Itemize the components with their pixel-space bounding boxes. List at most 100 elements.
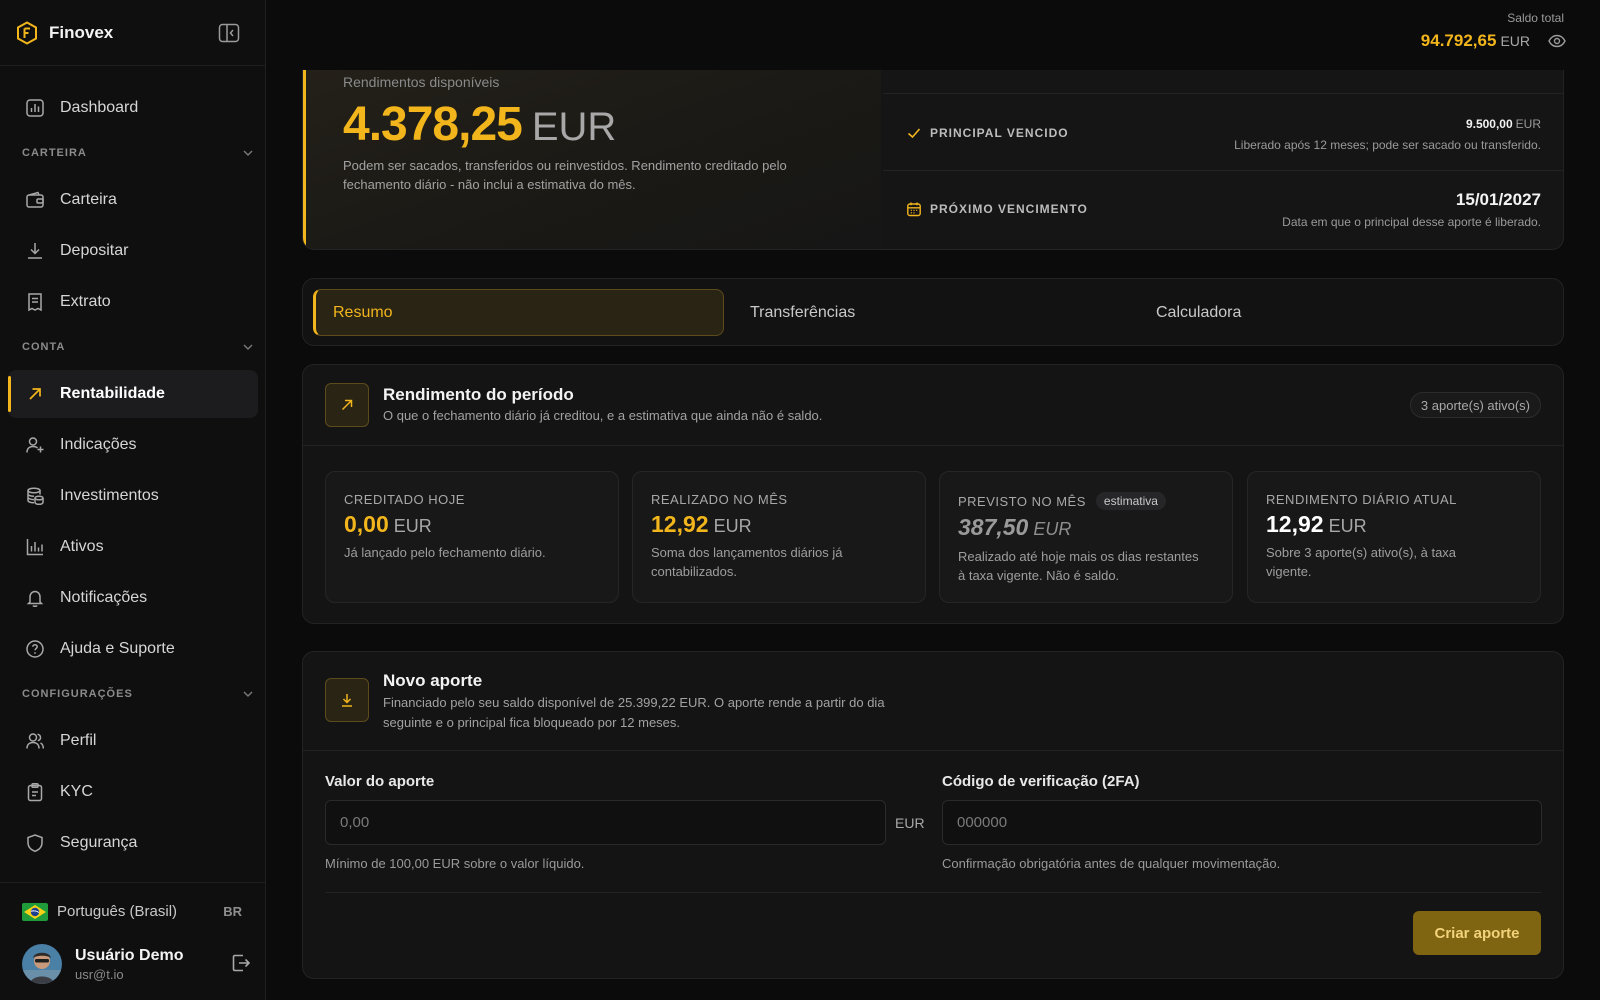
tab-resumo[interactable]: Resumo [313, 289, 724, 336]
amount-currency-suffix: EUR [895, 815, 925, 831]
section-carteira[interactable]: CARTEIRA [8, 136, 258, 170]
stat-number: 387,50 [958, 514, 1029, 540]
sidebar-item-notificacoes[interactable]: Notificações [8, 574, 258, 622]
tab-label: Calculadora [1156, 303, 1242, 321]
language-code: BR [223, 904, 242, 919]
available-earnings-amount: 4.378,25 EUR [343, 97, 616, 152]
new-contribution-card: Novo aporte Financiado pelo seu saldo di… [302, 651, 1564, 979]
total-balance: 94.792,65 EUR [1421, 31, 1566, 51]
sidebar-toggle-icon[interactable] [218, 23, 240, 43]
sidebar-item-rentabilidade[interactable]: Rentabilidade [8, 370, 258, 418]
shield-icon [27, 834, 43, 853]
sidebar-item-dashboard[interactable]: Dashboard [8, 84, 258, 132]
period-earnings-header: Rendimento do período O que o fechamento… [303, 365, 1563, 446]
sidebar-nav: Dashboard CARTEIRA Carteira Depositar Ex… [8, 84, 258, 870]
amount-input[interactable] [325, 800, 886, 845]
period-earnings-title: Rendimento do período [383, 385, 574, 404]
stat-label: CREDITADO HOJE [344, 492, 465, 507]
stat-label: RENDIMENTO DIÁRIO ATUAL [1266, 492, 1457, 507]
sidebar-item-label: Carteira [60, 191, 117, 208]
sidebar-item-label: Dashboard [60, 99, 139, 116]
create-contribution-button[interactable]: Criar aporte [1413, 911, 1541, 955]
eye-icon[interactable] [1548, 34, 1566, 48]
sidebar-item-label: Segurança [60, 834, 138, 851]
bell-icon [26, 590, 44, 607]
stat-label: REALIZADO NO MÊS [651, 492, 788, 507]
amount-label: Valor do aporte [325, 773, 435, 790]
next-maturity-date: 15/01/2027 [1455, 190, 1541, 209]
section-label: CONTA [22, 341, 66, 353]
user-info: Usuário Demo usr@t.io [75, 947, 183, 982]
language-selector[interactable]: Português (Brasil) BR [0, 882, 266, 940]
next-maturity-row: PRÓXIMO VENCIMENTO 15/01/2027 Data em qu… [883, 170, 1563, 247]
receipt-icon [28, 293, 42, 312]
tab-calculadora[interactable]: Calculadora [1139, 289, 1539, 336]
stat-forecast-month: PREVISTO NO MÊS estimativa 387,50 EUR Real… [939, 471, 1233, 603]
new-contribution-subtitle: Financiado pelo seu saldo disponível de … [383, 695, 885, 730]
app-name: Finovex [49, 22, 114, 42]
main-content: Rendimentos disponíveis 4.378,25 EUR Pod… [266, 0, 1600, 1000]
sidebar-item-seguranca[interactable]: Segurança [8, 819, 258, 867]
sidebar-item-kyc[interactable]: KYC [8, 768, 258, 816]
dashboard-icon [26, 99, 44, 117]
brazil-flag-icon [22, 902, 48, 921]
principal-due-amount: 9.500,00 EUR [1466, 117, 1541, 131]
stat-realized-month: REALIZADO NO MÊS 12,92 EUR Soma dos lança… [632, 471, 926, 603]
download-icon [325, 678, 369, 722]
stat-description: Soma dos lançamentos diários já contabil… [651, 545, 843, 579]
period-earnings-card: Rendimento do período O que o fechamento… [302, 364, 1564, 624]
sidebar-item-investimentos[interactable]: Investimentos [8, 472, 258, 520]
sidebar-item-indicacoes[interactable]: Indicações [8, 421, 258, 469]
tab-bar: Resumo Transferências Calculadora [302, 278, 1564, 346]
sidebar-item-ativos[interactable]: Ativos [8, 523, 258, 571]
period-earnings-subtitle: O que o fechamento diário já creditou, e… [383, 408, 823, 423]
section-conta[interactable]: CONTA [8, 330, 258, 364]
available-earnings-label: Rendimentos disponíveis [343, 74, 500, 90]
sidebar-item-label: Perfil [60, 732, 97, 749]
stat-value: 387,50 EUR [958, 514, 1071, 541]
sidebar-item-ajuda[interactable]: Ajuda e Suporte [8, 625, 258, 673]
maturity-panel: PRINCIPAL VENCIDO 9.500,00 EUR Liberado a… [883, 47, 1563, 249]
stat-label-text: PREVISTO NO MÊS [958, 493, 1086, 509]
sidebar-item-perfil[interactable]: Perfil [8, 717, 258, 765]
stat-credited-today: CREDITADO HOJE 0,00 EUR Já lançado pelo f… [325, 471, 619, 603]
verification-code-input[interactable] [942, 800, 1542, 845]
sidebar-item-label: Rentabilidade [60, 385, 165, 402]
user-profile: Usuário Demo usr@t.io [22, 942, 252, 986]
stat-number: 0,00 [344, 511, 389, 537]
available-earnings-description: Podem ser sacados, transferidos ou reinv… [343, 158, 787, 192]
section-configuracoes[interactable]: CONFIGURAÇÕES [8, 677, 258, 711]
sidebar-item-extrato[interactable]: Extrato [8, 278, 258, 326]
users-icon [26, 733, 45, 749]
sidebar-item-carteira[interactable]: Carteira [8, 176, 258, 224]
wallet-icon [26, 191, 44, 208]
active-contributions-badge: 3 aporte(s) ativo(s) [1409, 392, 1541, 418]
logout-icon[interactable] [230, 952, 252, 974]
sidebar-item-label: Extrato [60, 293, 111, 310]
verification-code-label: Código de verificação (2FA) [942, 773, 1140, 790]
check-icon [907, 128, 921, 139]
sidebar-item-label: Notificações [60, 589, 148, 606]
stat-label-text: RENDIMENTO DIÁRIO ATUAL [1266, 492, 1457, 507]
stat-label-text: REALIZADO NO MÊS [651, 492, 788, 507]
trend-up-icon [325, 383, 369, 427]
stat-value: 12,92 EUR [651, 511, 752, 538]
calendar-icon [907, 202, 921, 217]
language-label: Português (Brasil) [57, 903, 178, 920]
stat-label-text: CREDITADO HOJE [344, 492, 465, 507]
download-icon [28, 243, 42, 259]
estimate-tag: estimativa [1095, 492, 1166, 510]
sidebar-item-label: Depositar [60, 242, 129, 259]
principal-due-row: PRINCIPAL VENCIDO 9.500,00 EUR Liberado a… [883, 93, 1563, 170]
stat-value: 0,00 EUR [344, 511, 432, 538]
tab-transferencias[interactable]: Transferências [733, 289, 1133, 336]
new-contribution-title: Novo aporte [383, 671, 483, 690]
principal-due-value: 9.500,00 [1465, 117, 1513, 131]
principal-due-title: PRINCIPAL VENCIDO [930, 126, 1069, 140]
clipboard-icon [27, 783, 43, 802]
sidebar-item-depositar[interactable]: Depositar [8, 227, 258, 275]
available-earnings-currency: EUR [531, 105, 617, 149]
avatar[interactable] [22, 944, 62, 984]
user-email: usr@t.io [75, 966, 124, 982]
principal-due-note: Liberado após 12 meses; pode ser sacado … [1234, 138, 1541, 152]
